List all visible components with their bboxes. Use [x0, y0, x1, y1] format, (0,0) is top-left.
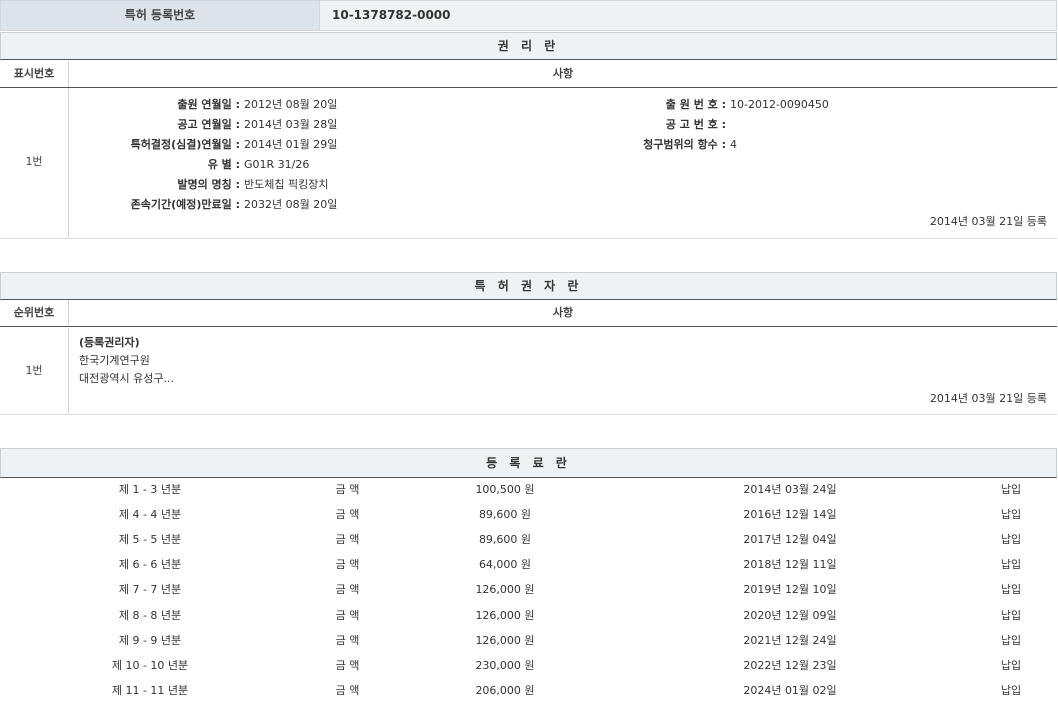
fee-amount-label: 금 액: [300, 577, 395, 602]
owner-row-number: 1번: [0, 362, 68, 378]
rights-field-value: 4: [730, 135, 737, 155]
fee-amount: 126,000 원: [440, 628, 570, 653]
fee-paid-date: 2017년 12월 04일: [710, 527, 870, 552]
fee-paid-date: 2022년 12월 23일: [710, 653, 870, 678]
fee-status: 납입: [980, 678, 1042, 703]
owner-col-detail-header: 사항: [68, 300, 1057, 326]
fee-amount: 100,500 원: [440, 477, 570, 502]
rights-field: 청구범위의 항수 :4: [0, 135, 726, 155]
rights-field: 출 원 번 호 :10-2012-0090450: [0, 95, 726, 115]
fee-paid-date: 2021년 12월 24일: [710, 628, 870, 653]
fee-amount-label: 금 액: [300, 653, 395, 678]
rights-field-value: 2032년 08월 20일: [244, 195, 337, 215]
fee-amount-label: 금 액: [300, 552, 395, 577]
fee-status: 납입: [980, 628, 1042, 653]
fee-amount: 230,000 원: [440, 653, 570, 678]
fee-row: 제 5 - 5 년분 금 액 89,600 원 2017년 12월 04일 납입: [0, 527, 1057, 552]
fee-row: 제 9 - 9 년분 금 액 126,000 원 2021년 12월 24일 납입: [0, 628, 1057, 653]
fee-status: 납입: [980, 603, 1042, 628]
fee-amount-label: 금 액: [300, 527, 395, 552]
owner-registered-date: 2014년 03월 21일 등록: [930, 390, 1047, 406]
owner-role: (등록권리자): [79, 334, 140, 352]
fee-period: 제 8 - 8 년분: [60, 603, 240, 628]
rights-field-key: 공 고 번 호 :: [666, 115, 726, 135]
owner-section-title: 특 허 권 자 란: [0, 272, 1057, 300]
fee-paid-date: 2016년 12월 14일: [710, 502, 870, 527]
fee-amount-label: 금 액: [300, 678, 395, 703]
owner-body-row: 1번 (등록권리자) 한국기계연구원 대전광역시 유성구... 2014년 03…: [0, 328, 1057, 415]
fee-amount: 89,600 원: [440, 502, 570, 527]
rights-field-key: 유 별 :: [208, 155, 240, 175]
owner-address: 대전광역시 유성구...: [79, 370, 174, 388]
fee-paid-date: 2018년 12월 11일: [710, 552, 870, 577]
rights-field-key: 출 원 번 호 :: [666, 95, 726, 115]
fee-paid-date: 2020년 12월 09일: [710, 603, 870, 628]
fee-paid-date: 2014년 03월 24일: [710, 477, 870, 502]
registration-number-value: 10-1378782-0000: [319, 1, 1056, 30]
fee-section-title: 등 록 료 란: [0, 448, 1057, 478]
rights-field-value: G01R 31/26: [244, 155, 309, 175]
fee-period: 제 1 - 3 년분: [60, 477, 240, 502]
owner-name: 한국기계연구원: [79, 352, 150, 370]
rights-field: 발명의 명칭 :반도체칩 픽킹장치: [0, 175, 240, 195]
owner-col-rank-header: 순위번호: [0, 300, 68, 326]
fee-status: 납입: [980, 477, 1042, 502]
rights-registered-date: 2014년 03월 21일 등록: [930, 213, 1047, 229]
fee-row: 제 10 - 10 년분 금 액 230,000 원 2022년 12월 23일 납입: [0, 653, 1057, 678]
rights-field: 유 별 :G01R 31/26: [0, 155, 240, 175]
rights-body-row: 1번 출원 연월일 :2012년 08월 20일공고 연월일 :2014년 03…: [0, 89, 1057, 239]
fee-amount: 64,000 원: [440, 552, 570, 577]
fee-amount-label: 금 액: [300, 628, 395, 653]
registration-number-label: 특허 등록번호: [1, 1, 319, 30]
fee-amount-label: 금 액: [300, 603, 395, 628]
fee-period: 제 6 - 6 년분: [60, 552, 240, 577]
fee-period: 제 9 - 9 년분: [60, 628, 240, 653]
fee-period: 제 7 - 7 년분: [60, 577, 240, 602]
fee-row: 제 7 - 7 년분 금 액 126,000 원 2019년 12월 10일 납입: [0, 577, 1057, 602]
fee-status: 납입: [980, 577, 1042, 602]
fee-period: 제 4 - 4 년분: [60, 502, 240, 527]
fee-row: 제 6 - 6 년분 금 액 64,000 원 2018년 12월 11일 납입: [0, 552, 1057, 577]
fee-status: 납입: [980, 527, 1042, 552]
rights-field-value: 10-2012-0090450: [730, 95, 829, 115]
rights-field-value: 반도체칩 픽킹장치: [244, 175, 328, 195]
rights-field: 존속기간(예정)만료일 :2032년 08월 20일: [0, 195, 240, 215]
owner-header-row: 순위번호 사항: [0, 300, 1057, 327]
fee-amount: 89,600 원: [440, 527, 570, 552]
rights-col-detail-header: 사항: [68, 61, 1057, 87]
fee-period: 제 11 - 11 년분: [60, 678, 240, 703]
fee-amount-label: 금 액: [300, 477, 395, 502]
fee-amount: 126,000 원: [440, 577, 570, 602]
fee-status: 납입: [980, 552, 1042, 577]
fee-amount: 206,000 원: [440, 678, 570, 703]
rights-field-key: 존속기간(예정)만료일 :: [131, 195, 240, 215]
fee-period: 제 5 - 5 년분: [60, 527, 240, 552]
rights-field-key: 발명의 명칭 :: [177, 175, 240, 195]
fee-period: 제 10 - 10 년분: [60, 653, 240, 678]
rights-field: 공 고 번 호 :: [0, 115, 726, 135]
fee-status: 납입: [980, 502, 1042, 527]
fee-amount-label: 금 액: [300, 502, 395, 527]
fee-amount: 126,000 원: [440, 603, 570, 628]
fee-row: 제 11 - 11 년분 금 액 206,000 원 2024년 01월 02일 납입: [0, 678, 1057, 703]
fee-row: 제 4 - 4 년분 금 액 89,600 원 2016년 12월 14일 납입: [0, 502, 1057, 527]
fee-row: 제 1 - 3 년분 금 액 100,500 원 2014년 03월 24일 납입: [0, 477, 1057, 502]
rights-field-key: 청구범위의 항수 :: [643, 135, 726, 155]
fee-paid-date: 2024년 01월 02일: [710, 678, 870, 703]
fee-row: 제 8 - 8 년분 금 액 126,000 원 2020년 12월 09일 납입: [0, 603, 1057, 628]
rights-section-title: 권 리 란: [0, 32, 1057, 60]
fee-status: 납입: [980, 653, 1042, 678]
registration-number-row: 특허 등록번호 10-1378782-0000: [0, 0, 1057, 31]
rights-header-row: 표시번호 사항: [0, 61, 1057, 88]
fee-paid-date: 2019년 12월 10일: [710, 577, 870, 602]
rights-col-number-header: 표시번호: [0, 61, 68, 87]
